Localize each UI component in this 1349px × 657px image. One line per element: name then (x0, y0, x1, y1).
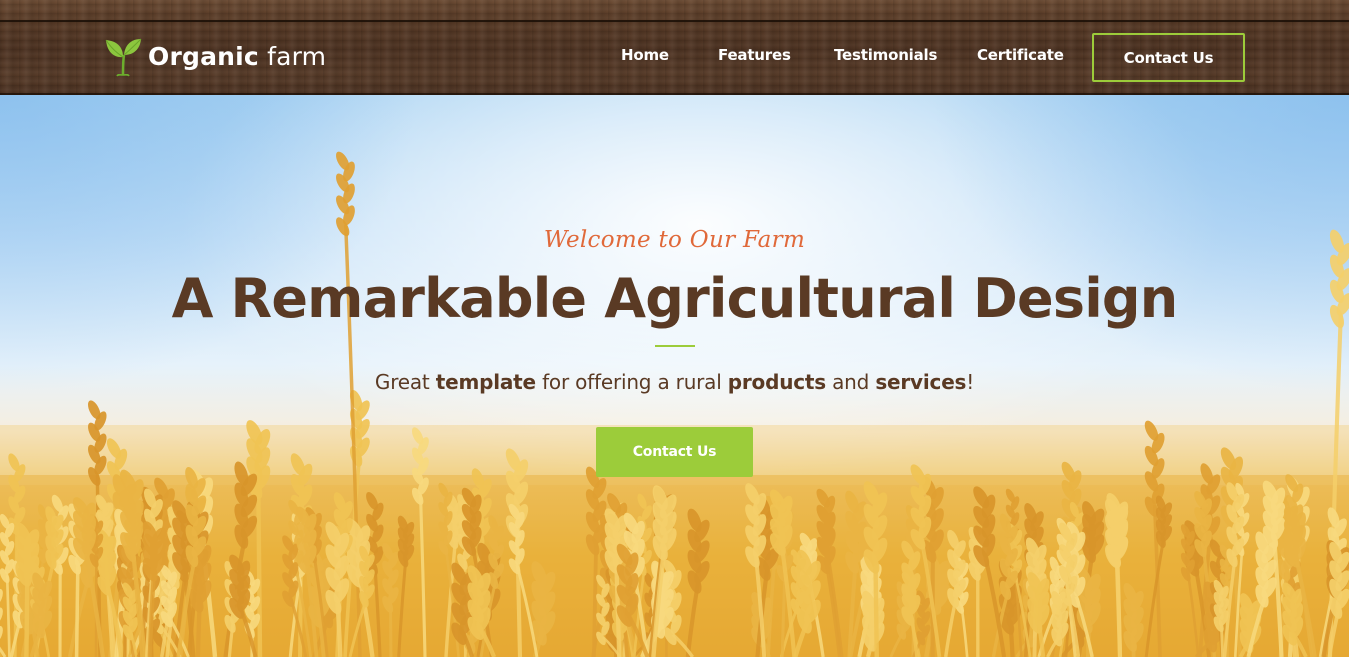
site-header: Organic farm Home Features Testimonials … (0, 0, 1349, 95)
hero-headline: A Remarkable Agricultural Design (171, 267, 1179, 330)
brand-name-bold: Organic (148, 41, 259, 71)
hero-contact-button[interactable]: Contact Us (596, 427, 753, 477)
nav-features[interactable]: Features (718, 46, 791, 66)
tagline-text: Great (374, 370, 436, 394)
tagline-text: and (825, 370, 876, 394)
wood-plank-divider (0, 20, 1349, 22)
headline-divider (655, 345, 695, 347)
logo-link[interactable]: Organic farm (104, 35, 326, 77)
welcome-script: Welcome to Our Farm (543, 227, 806, 253)
hero-content: Welcome to Our Farm A Remarkable Agricul… (0, 95, 1349, 657)
sprout-icon (105, 38, 142, 77)
hero-tagline: Great template for offering a rural prod… (0, 370, 1349, 394)
nav-home[interactable]: Home (621, 46, 669, 66)
brand-name-light: farm (267, 41, 327, 71)
tagline-bold: template (435, 370, 536, 394)
tagline-bold: products (727, 370, 826, 394)
tagline-text: ! (966, 370, 975, 394)
nav-contact-button[interactable]: Contact Us (1092, 33, 1245, 82)
nav-testimonials[interactable]: Testimonials (834, 46, 937, 66)
tagline-text: for offering a rural (535, 370, 728, 394)
brand-name: Organic farm (148, 42, 326, 71)
tagline-bold: services (875, 370, 967, 394)
hero-section: Welcome to Our Farm A Remarkable Agricul… (0, 95, 1349, 657)
nav-certificate[interactable]: Certificate (977, 46, 1064, 66)
